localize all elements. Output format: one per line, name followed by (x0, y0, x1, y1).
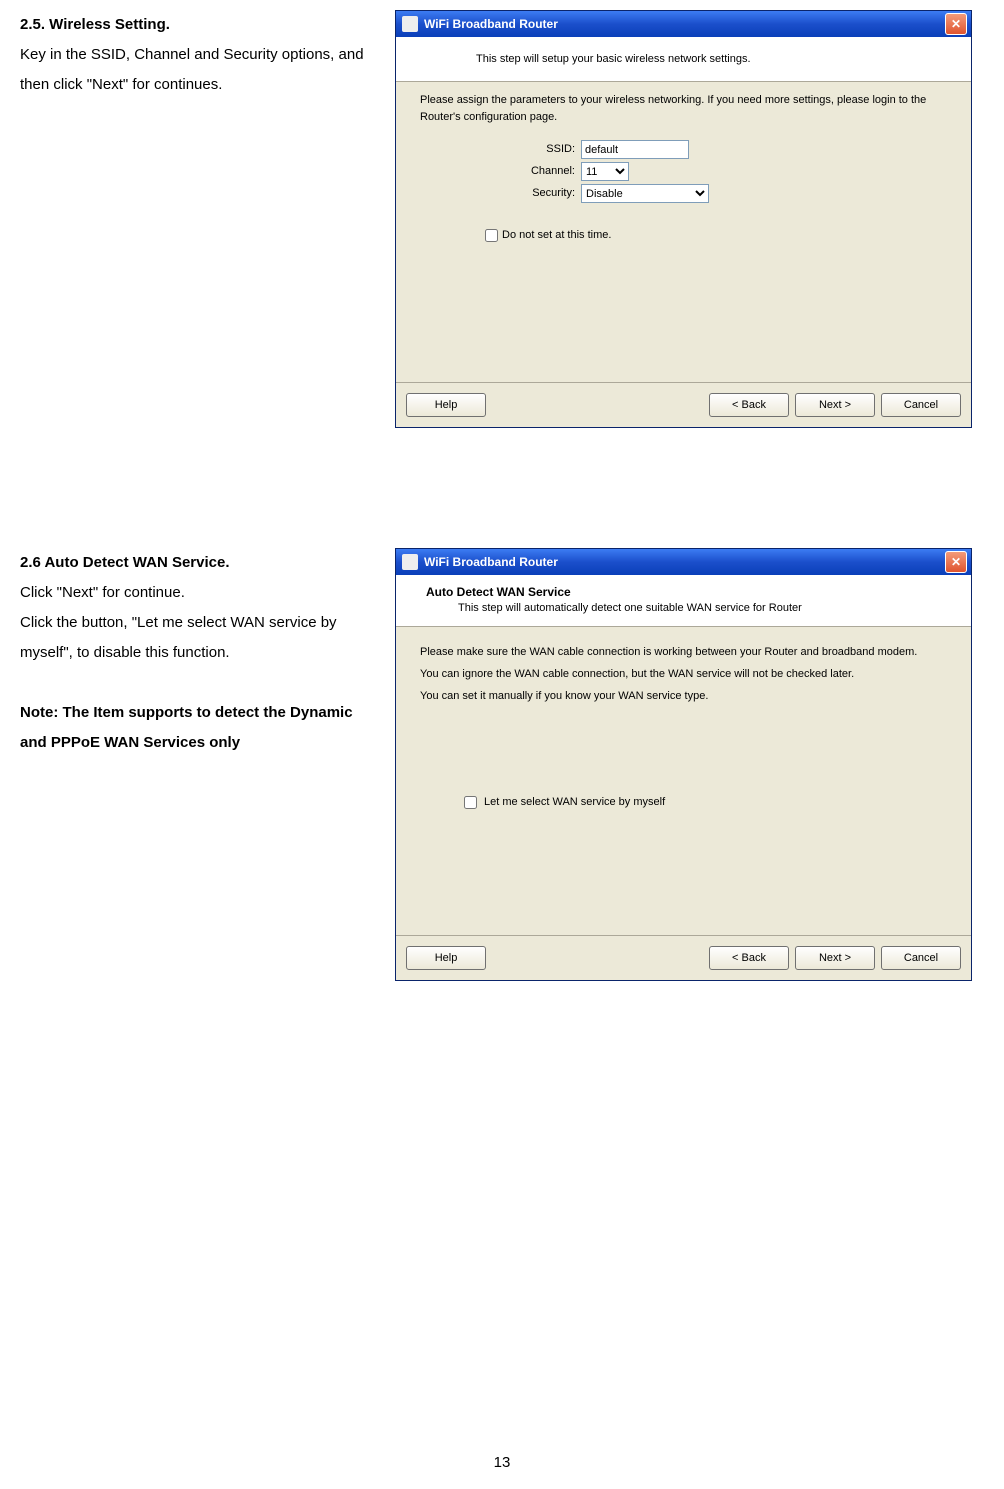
note-2-6: Note: The Item supports to detect the Dy… (20, 698, 375, 758)
window-auto-detect-wan: WiFi Broadband Router ✕ Auto Detect WAN … (395, 548, 972, 981)
back-button[interactable]: < Back (709, 393, 789, 417)
help-button[interactable]: Help (406, 393, 486, 417)
window-title: WiFi Broadband Router (424, 17, 558, 31)
panel-subheading: This step will automatically detect one … (426, 602, 941, 614)
para-2-6-1: Click "Next" for continue. (20, 578, 375, 608)
help-button[interactable]: Help (406, 946, 486, 970)
ssid-label: SSID: (420, 141, 581, 158)
security-select[interactable]: Disable (581, 184, 709, 203)
info-line-1: Please make sure the WAN cable connectio… (420, 641, 947, 663)
heading-2-6: 2.6 Auto Detect WAN Service. (20, 548, 375, 578)
next-button[interactable]: Next > (795, 393, 875, 417)
heading-2-5: 2.5. Wireless Setting. (20, 10, 375, 40)
back-button[interactable]: < Back (709, 946, 789, 970)
app-icon (402, 16, 418, 32)
titlebar: WiFi Broadband Router ✕ (396, 11, 971, 37)
para-2-6-2: Click the button, "Let me select WAN ser… (20, 608, 375, 668)
close-icon[interactable]: ✕ (945, 13, 967, 35)
next-button[interactable]: Next > (795, 946, 875, 970)
do-not-set-checkbox[interactable] (485, 229, 498, 242)
security-label: Security: (420, 185, 581, 202)
titlebar: WiFi Broadband Router ✕ (396, 549, 971, 575)
window-title: WiFi Broadband Router (424, 555, 558, 569)
cancel-button[interactable]: Cancel (881, 393, 961, 417)
instruction-text: Please assign the parameters to your wir… (420, 92, 947, 125)
do-not-set-label: Do not set at this time. (502, 227, 611, 244)
para-2-5: Key in the SSID, Channel and Security op… (20, 40, 375, 100)
self-select-wan-label: Let me select WAN service by myself (484, 791, 665, 813)
info-line-3: You can set it manually if you know your… (420, 685, 947, 707)
panel-heading: Auto Detect WAN Service (426, 585, 941, 599)
channel-label: Channel: (420, 163, 581, 180)
info-line-2: You can ignore the WAN cable connection,… (420, 663, 947, 685)
window-wireless-setting: WiFi Broadband Router ✕ This step will s… (395, 10, 972, 428)
self-select-wan-checkbox[interactable] (464, 796, 477, 809)
channel-select[interactable]: 11 (581, 162, 629, 181)
close-icon[interactable]: ✕ (945, 551, 967, 573)
page-number: 13 (0, 1454, 1004, 1471)
ssid-input[interactable] (581, 140, 689, 159)
cancel-button[interactable]: Cancel (881, 946, 961, 970)
app-icon (402, 554, 418, 570)
intro-text: This step will setup your basic wireless… (396, 37, 971, 82)
